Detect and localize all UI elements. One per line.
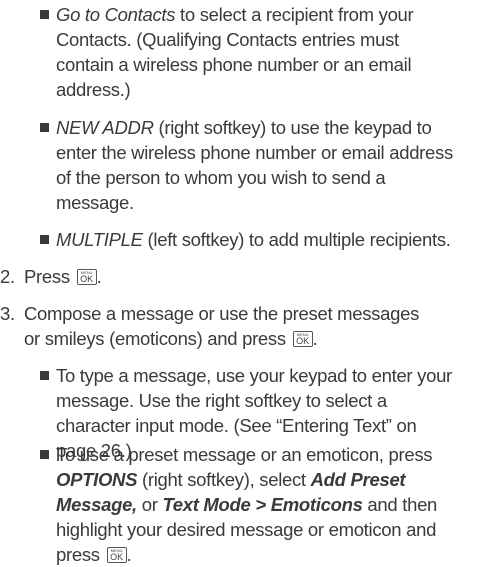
menu-item-name: Text Mode — [162, 494, 251, 515]
menu-separator: > — [250, 494, 271, 515]
key-main-label: OK — [110, 552, 124, 562]
bullet-text: Go to Contacts to select a recipient fro… — [56, 2, 486, 102]
menu-ok-key-icon: MENU OK — [106, 547, 127, 563]
key-main-label: OK — [296, 336, 310, 346]
bullet-square-icon — [40, 123, 49, 132]
text-line: to select a recipient from your — [175, 4, 414, 25]
text-line: To type a message, use your keypad to en… — [56, 365, 452, 386]
bullet-square-icon — [40, 450, 49, 459]
bullet-text: NEW ADDR (right softkey) to use the keyp… — [56, 115, 486, 215]
text-line: contain a wireless phone number or an em… — [56, 54, 412, 75]
text-line: highlight your desired message or emotic… — [56, 519, 437, 540]
bullet-square-icon — [40, 10, 49, 19]
text-line: (left softkey) to add multiple recipient… — [142, 229, 451, 250]
bullet-text: MULTIPLE (left softkey) to add multiple … — [56, 227, 486, 252]
text-fragment: and then — [362, 494, 438, 515]
text-line: enter the wireless phone number or email… — [56, 142, 453, 163]
text-line: (right softkey) to use the keypad to — [153, 117, 432, 138]
text-line: of the person to whom you wish to send a — [56, 167, 386, 188]
text-line: Press — [24, 266, 75, 287]
key-main-label: OK — [80, 274, 94, 284]
text-line: address.) — [56, 79, 131, 100]
option-name: MULTIPLE — [56, 229, 143, 250]
menu-item-name: Add Preset — [310, 469, 406, 490]
text-line: or smileys (emoticons) and press — [24, 328, 291, 349]
text-line: message. — [56, 192, 134, 213]
text-line: Contacts. (Qualifying Contacts entries m… — [56, 29, 399, 50]
option-name: OPTIONS — [56, 469, 138, 490]
text-line: Compose a message or use the preset mess… — [24, 303, 420, 324]
bullet-square-icon — [40, 371, 49, 380]
option-name: NEW ADDR — [56, 117, 154, 138]
menu-item-name: Emoticons — [270, 494, 363, 515]
text-line: message. Use the right softkey to select… — [56, 390, 387, 411]
text-line: press — [56, 544, 105, 565]
menu-ok-key-icon: MENU OK — [292, 331, 313, 347]
bullet-text: To use a preset message or an emoticon, … — [56, 442, 486, 567]
text-line: character input mode. (See “Entering Tex… — [56, 415, 417, 436]
text-fragment: (right softkey), select — [137, 469, 311, 490]
step-text: Compose a message or use the preset mess… — [24, 301, 484, 351]
step-number: 2. — [0, 266, 15, 287]
text-fragment: or — [136, 494, 163, 515]
text-line: To use a preset message or an emoticon, … — [56, 444, 433, 465]
step-text: Press MENU OK. — [24, 266, 102, 287]
manual-page: Go to Contacts to select a recipient fro… — [0, 0, 492, 565]
menu-item-name: Message, — [56, 494, 137, 515]
option-name: Go to Contacts — [56, 4, 176, 25]
menu-ok-key-icon: MENU OK — [76, 269, 97, 285]
bullet-square-icon — [40, 235, 49, 244]
step-number: 3. — [0, 303, 15, 324]
